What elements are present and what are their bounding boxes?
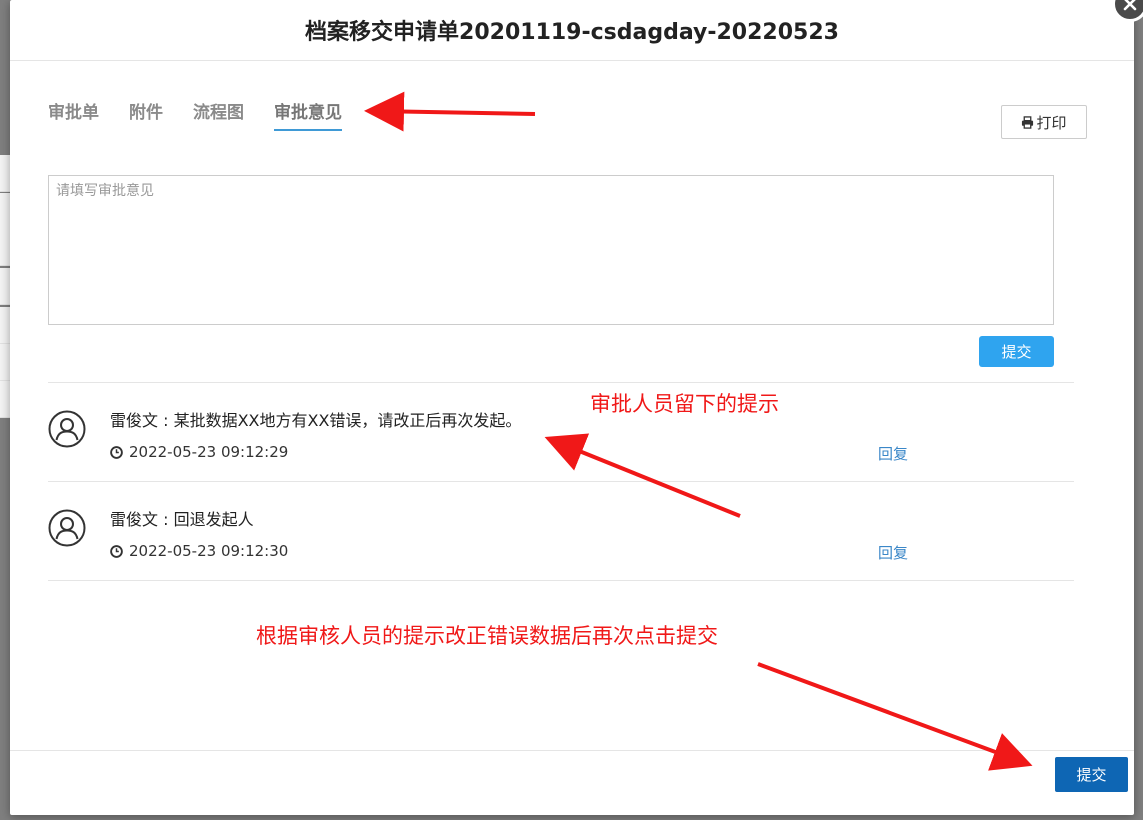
tab-bar: 审批单 附件 流程图 审批意见 (48, 98, 372, 131)
printer-icon (1022, 115, 1034, 129)
bg-row (0, 268, 10, 305)
annotation-submit-instruction: 根据审核人员的提示改正错误数据后再次点击提交 (256, 624, 718, 648)
tab-attachments[interactable]: 附件 (129, 98, 163, 131)
comment-author: 雷俊文 (110, 411, 159, 430)
tab-flowchart[interactable]: 流程图 (193, 98, 244, 131)
comment-body: 回退发起人 (173, 510, 254, 529)
annotation-approver-note: 审批人员留下的提示 (590, 392, 779, 416)
reply-link[interactable]: 回复 (878, 542, 908, 563)
comment-timestamp: 2022-05-23 09:12:29 (110, 443, 288, 461)
approval-opinion-input[interactable] (48, 175, 1054, 325)
bg-row (0, 193, 10, 230)
print-button[interactable]: 打印 (1001, 105, 1087, 139)
comment-time-text: 2022-05-23 09:12:29 (129, 443, 289, 461)
comment-timestamp: 2022-05-23 09:12:30 (110, 542, 288, 560)
clock-icon (110, 544, 123, 558)
comment-author: 雷俊文 (110, 510, 159, 529)
bg-row (0, 307, 10, 344)
user-avatar-icon (48, 410, 86, 448)
tab-approval-form[interactable]: 审批单 (48, 98, 99, 131)
comment-list: 雷俊文 : 某批数据XX地方有XX错误，请改正后再次发起。 2022-05-23… (48, 382, 1074, 581)
clock-icon (110, 445, 123, 459)
print-label: 打印 (1036, 114, 1067, 132)
tab-approval-opinions[interactable]: 审批意见 (274, 98, 342, 131)
close-icon (1123, 0, 1137, 11)
bg-row (0, 229, 10, 266)
comment-text: 雷俊文 : 回退发起人 (110, 510, 254, 529)
comment-text: 雷俊文 : 某批数据XX地方有XX错误，请改正后再次发起。 (110, 411, 522, 430)
comment-item: 雷俊文 : 回退发起人 2022-05-23 09:12:30 回复 (48, 481, 1074, 581)
dialog-title: 档案移交申请单20201119-csdagday-20220523 (305, 20, 839, 45)
bg-row (0, 155, 10, 192)
user-avatar-icon (48, 509, 86, 547)
submit-opinion-button[interactable]: 提交 (979, 336, 1054, 367)
dialog-footer (10, 750, 1134, 816)
archive-transfer-dialog: 档案移交申请单20201119-csdagday-20220523 审批单 附件… (10, 0, 1143, 816)
reply-link[interactable]: 回复 (878, 443, 908, 464)
dialog-header: 档案移交申请单20201119-csdagday-20220523 (10, 0, 1134, 61)
comment-time-text: 2022-05-23 09:12:30 (129, 542, 289, 560)
submit-button[interactable]: 提交 (1055, 757, 1128, 792)
bg-row (0, 381, 10, 418)
comment-body: 某批数据XX地方有XX错误，请改正后再次发起。 (173, 411, 522, 430)
comment-item: 雷俊文 : 某批数据XX地方有XX错误，请改正后再次发起。 2022-05-23… (48, 382, 1074, 481)
bg-row (0, 344, 10, 381)
